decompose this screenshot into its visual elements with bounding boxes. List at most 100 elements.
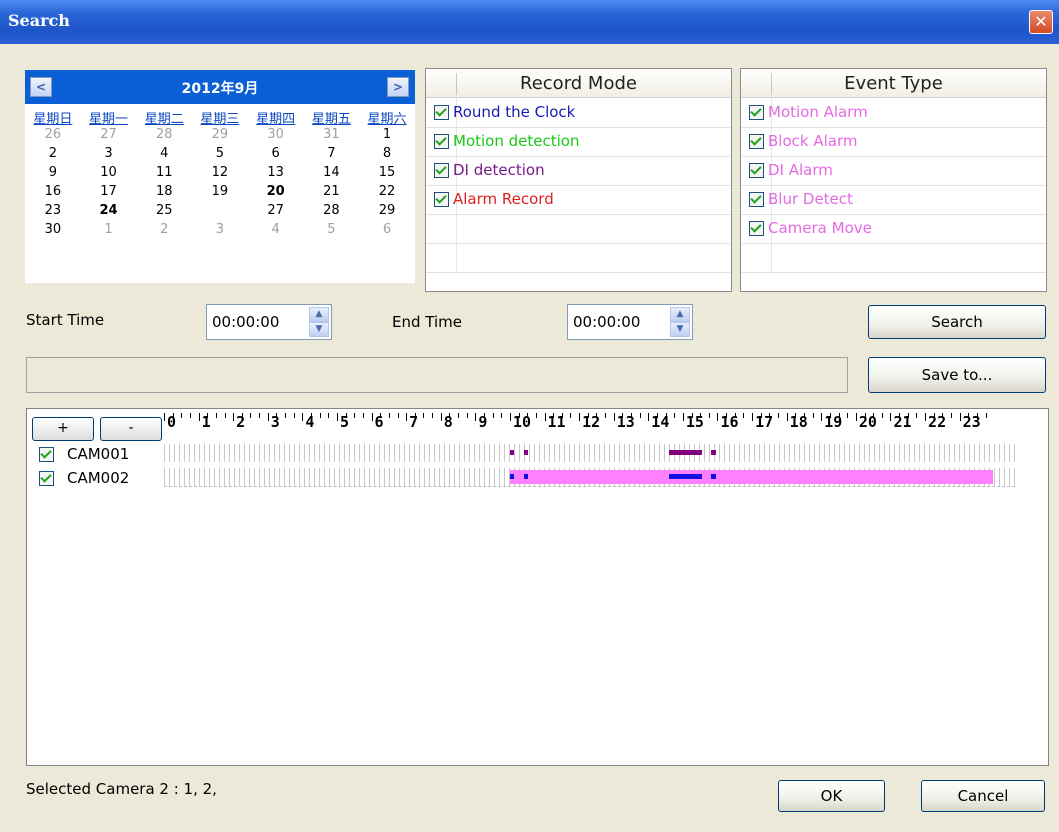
calendar-day[interactable]: 3 — [192, 221, 248, 238]
zoom-out-button[interactable]: - — [100, 417, 162, 441]
calendar-day[interactable]: 11 — [136, 164, 192, 181]
calendar-day[interactable]: 22 — [359, 183, 415, 200]
calendar-day[interactable]: 1 — [81, 221, 137, 238]
recording-segment[interactable] — [710, 474, 716, 479]
calendar-day[interactable]: 9 — [25, 164, 81, 181]
hour-label: 14 — [651, 413, 670, 431]
calendar-day[interactable]: 19 — [192, 183, 248, 200]
calendar-day[interactable]: 31 — [304, 126, 360, 143]
end-time-up-icon[interactable]: ▲ — [670, 307, 690, 322]
calendar-day[interactable]: 24 — [81, 202, 137, 219]
hour-tick — [302, 413, 304, 421]
calendar-day[interactable]: 1 — [359, 126, 415, 143]
calendar-day[interactable]: 29 — [359, 202, 415, 219]
calendar-day[interactable]: 26 — [25, 126, 81, 143]
start-time-spinner[interactable]: 00:00:00 ▲ ▼ — [206, 304, 332, 340]
checkbox[interactable] — [434, 192, 449, 207]
record-mode-header-label: Record Mode — [520, 73, 637, 94]
recording-segment[interactable] — [509, 470, 993, 484]
recording-segment[interactable] — [523, 450, 528, 455]
recording-segment[interactable] — [669, 474, 702, 479]
hour-tick — [855, 413, 857, 421]
calendar-day[interactable]: 18 — [136, 183, 192, 200]
camera-checkbox[interactable] — [39, 447, 54, 462]
calendar-day[interactable]: 14 — [304, 164, 360, 181]
camera-timeline-track[interactable] — [164, 444, 1015, 462]
end-time-spinner[interactable]: 00:00:00 ▲ ▼ — [567, 304, 693, 340]
record-mode-item[interactable]: Motion detection — [426, 127, 731, 157]
event-type-item[interactable]: DI Alarm — [741, 156, 1046, 186]
camera-row: CAM002 — [27, 468, 1027, 488]
title-bar[interactable]: Search ✕ — [0, 0, 1059, 44]
record-mode-item[interactable]: Round the Clock — [426, 98, 731, 128]
calendar-day[interactable]: 5 — [304, 221, 360, 238]
calendar-day[interactable]: 26 — [191, 202, 248, 220]
record-mode-item[interactable]: Alarm Record — [426, 185, 731, 215]
event-type-item[interactable]: Blur Detect — [741, 185, 1046, 215]
calendar-day[interactable]: 30 — [25, 221, 81, 238]
checkbox[interactable] — [434, 105, 449, 120]
calendar-day[interactable]: 27 — [248, 202, 304, 219]
checkbox[interactable] — [749, 192, 764, 207]
calendar-day[interactable]: 10 — [81, 164, 137, 181]
calendar-day[interactable]: 4 — [136, 145, 192, 162]
calendar-day[interactable]: 25 — [136, 202, 192, 219]
checkbox[interactable] — [749, 134, 764, 149]
camera-timeline-track[interactable] — [164, 468, 1015, 487]
event-type-item[interactable]: Block Alarm — [741, 127, 1046, 157]
end-time-down-icon[interactable]: ▼ — [670, 322, 690, 337]
event-type-item[interactable]: Motion Alarm — [741, 98, 1046, 128]
save-to-button[interactable]: Save to... — [868, 357, 1046, 393]
calendar-day[interactable]: 6 — [359, 221, 415, 238]
calendar-day[interactable]: 17 — [81, 183, 137, 200]
calendar-day[interactable]: 4 — [248, 221, 304, 238]
calendar-day[interactable]: 29 — [192, 126, 248, 143]
checkbox[interactable] — [434, 134, 449, 149]
cancel-button[interactable]: Cancel — [921, 780, 1045, 812]
calendar-day[interactable]: 28 — [136, 126, 192, 143]
next-month-button[interactable]: > — [387, 77, 409, 97]
recording-segment[interactable] — [509, 450, 515, 455]
calendar-day[interactable]: 16 — [25, 183, 81, 200]
record-mode-item[interactable]: DI detection — [426, 156, 731, 186]
minor-tick — [466, 413, 468, 418]
start-time-up-icon[interactable]: ▲ — [309, 307, 329, 322]
hour-tick — [821, 413, 823, 421]
calendar-day[interactable]: 2 — [136, 221, 192, 238]
checkbox[interactable] — [749, 105, 764, 120]
checkbox[interactable] — [749, 221, 764, 236]
search-button[interactable]: Search — [868, 305, 1046, 339]
hour-label: 17 — [755, 413, 774, 431]
camera-checkbox[interactable] — [39, 471, 54, 486]
calendar-day[interactable]: 20 — [248, 183, 304, 200]
calendar-day[interactable]: 6 — [248, 145, 304, 162]
calendar-day[interactable]: 7 — [304, 145, 360, 162]
hour-tick — [959, 413, 961, 421]
zoom-in-button[interactable]: + — [32, 417, 94, 441]
calendar-day[interactable]: 28 — [304, 202, 360, 219]
calendar-day[interactable]: 2 — [25, 145, 81, 162]
minor-tick — [293, 413, 295, 418]
calendar-day[interactable]: 12 — [192, 164, 248, 181]
checkbox[interactable] — [434, 163, 449, 178]
recording-segment[interactable] — [523, 474, 528, 479]
start-time-down-icon[interactable]: ▼ — [309, 322, 329, 337]
calendar-day[interactable]: 13 — [248, 164, 304, 181]
hour-label: 5 — [339, 413, 349, 431]
event-type-item[interactable]: Camera Move — [741, 214, 1046, 244]
recording-segment[interactable] — [710, 450, 716, 455]
calendar-day[interactable]: 5 — [192, 145, 248, 162]
close-icon[interactable]: ✕ — [1029, 10, 1053, 34]
calendar-day[interactable]: 3 — [81, 145, 137, 162]
calendar-day[interactable]: 27 — [81, 126, 137, 143]
ok-button[interactable]: OK — [778, 780, 885, 812]
calendar-day[interactable]: 21 — [304, 183, 360, 200]
calendar-day[interactable]: 8 — [359, 145, 415, 162]
recording-segment[interactable] — [669, 450, 702, 455]
hour-label: 12 — [582, 413, 601, 431]
recording-segment[interactable] — [509, 474, 515, 479]
checkbox[interactable] — [749, 163, 764, 178]
calendar-day[interactable]: 15 — [359, 164, 415, 181]
calendar-day[interactable]: 23 — [25, 202, 81, 219]
calendar-day[interactable]: 30 — [248, 126, 304, 143]
